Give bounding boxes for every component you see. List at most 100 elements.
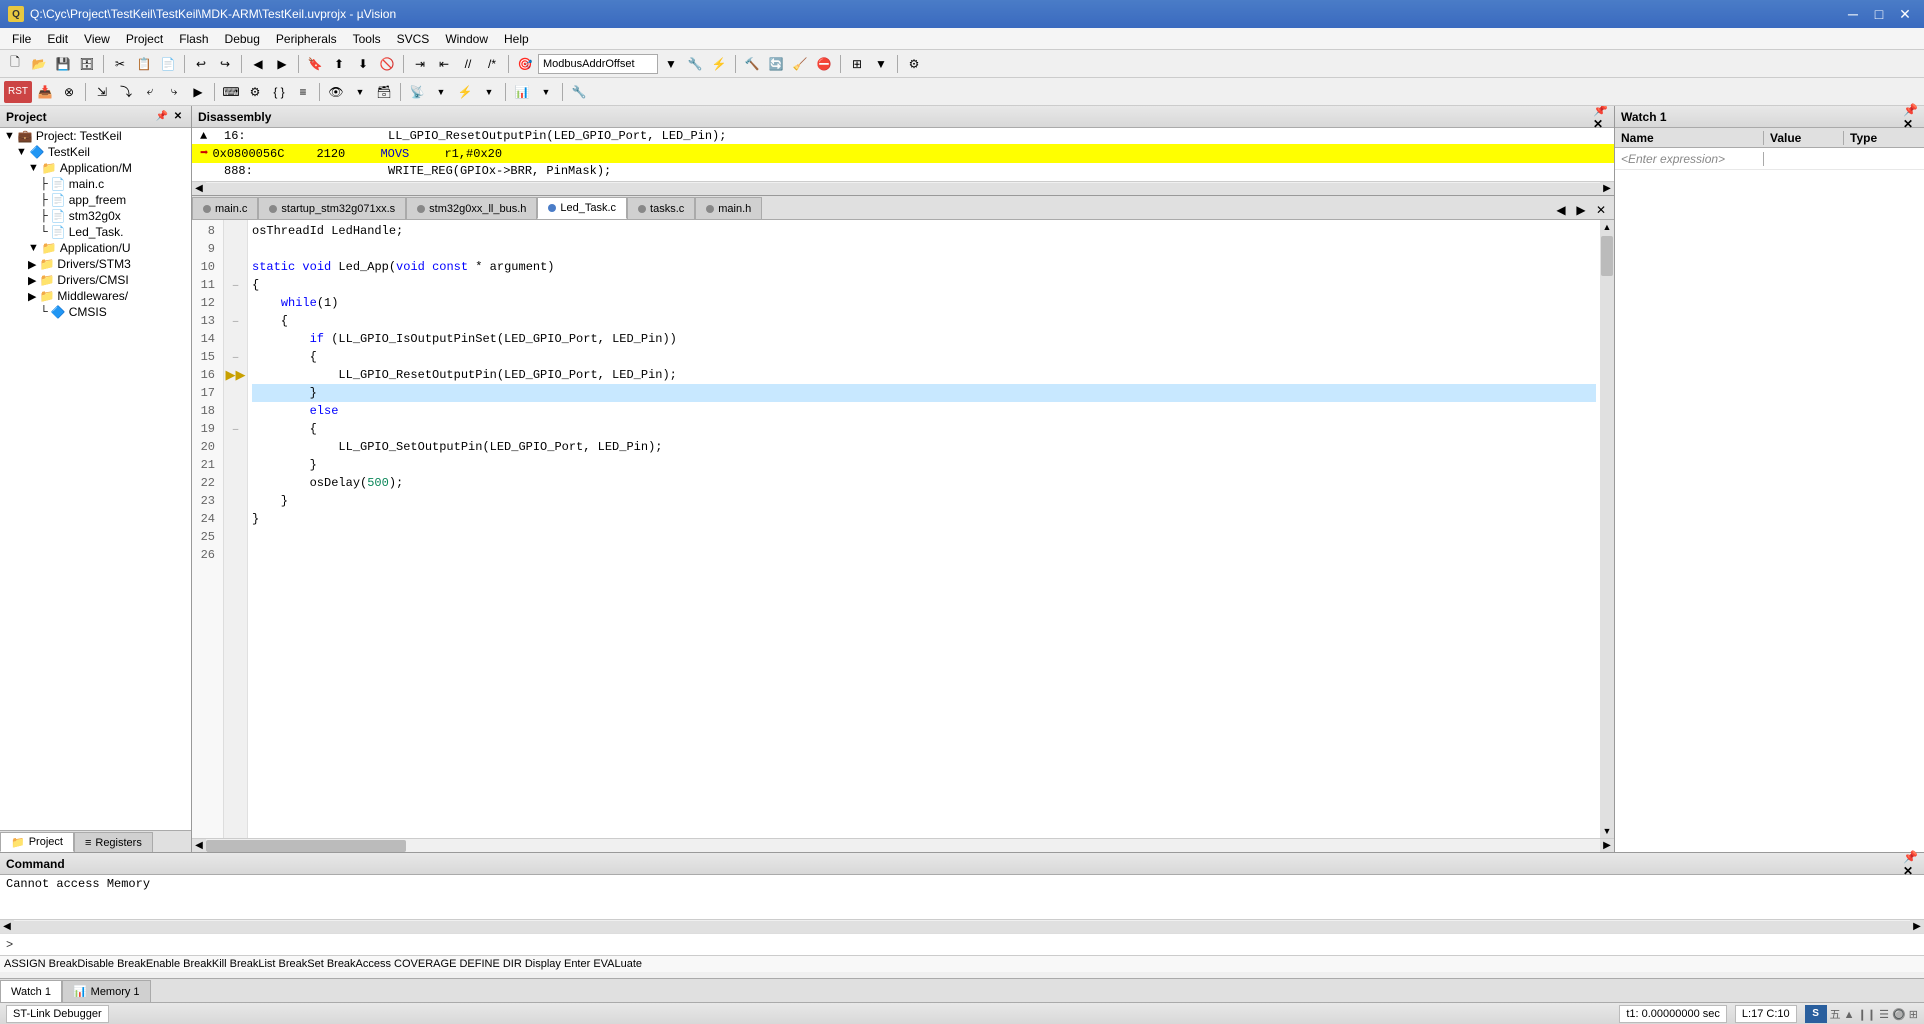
tb-disasm-btn[interactable]: ⚙: [244, 81, 266, 103]
fold-11[interactable]: –: [233, 280, 239, 291]
tb-settings-btn[interactable]: ⚙: [903, 53, 925, 75]
tb-redo-btn[interactable]: ↪: [214, 53, 236, 75]
tb-reg-btn[interactable]: ≡: [292, 81, 314, 103]
disasm-scroll-btn-up[interactable]: ▲: [200, 129, 220, 143]
tab-startup[interactable]: startup_stm32g071xx.s: [258, 197, 406, 219]
menu-debug[interactable]: Debug: [217, 28, 268, 50]
tb-event-dropdown[interactable]: ▼: [478, 81, 500, 103]
tb-rst-btn[interactable]: RST: [4, 81, 32, 103]
fold-15[interactable]: –: [233, 352, 239, 363]
code-content[interactable]: osThreadId LedHandle; static void Led_Ap…: [248, 220, 1600, 838]
menu-help[interactable]: Help: [496, 28, 537, 50]
tb-step-over[interactable]: ⤵: [115, 81, 137, 103]
tb-rebuild-btn[interactable]: 🔄: [765, 53, 787, 75]
menu-peripherals[interactable]: Peripherals: [268, 28, 345, 50]
tb-paste-btn[interactable]: 📄: [157, 53, 179, 75]
fold-13[interactable]: –: [233, 316, 239, 327]
tb-bookmark-add-btn[interactable]: 🔖: [304, 53, 326, 75]
command-input-area[interactable]: >: [0, 933, 1924, 955]
bottom-tab-memory1[interactable]: 📊 Memory 1: [62, 980, 151, 1002]
tb-mem-btn[interactable]: 🗃: [373, 81, 395, 103]
editor-scroll-right-btn[interactable]: ▶: [1600, 839, 1614, 852]
tab-tasks[interactable]: tasks.c: [627, 197, 695, 219]
tree-item-drivers-cmsi[interactable]: ▶ 📁 Drivers/CMSI: [0, 272, 191, 288]
tab-scroll-right-btn[interactable]: ▶: [1572, 201, 1590, 219]
editor-vscroll[interactable]: ▲ ▼: [1600, 220, 1614, 838]
command-pin-btn[interactable]: 📌: [1903, 850, 1918, 864]
tb-viewtype-btn[interactable]: ⊞: [846, 53, 868, 75]
editor-scrollbar[interactable]: ◀ ▶: [192, 838, 1614, 852]
tb-undo-btn[interactable]: ↩: [190, 53, 212, 75]
menu-edit[interactable]: Edit: [39, 28, 76, 50]
project-close-btn[interactable]: ✕: [171, 110, 185, 124]
tb-nav-back-btn[interactable]: ◀: [247, 53, 269, 75]
editor-scroll-down[interactable]: ▼: [1600, 824, 1614, 838]
tb-event-btn[interactable]: ⚡: [454, 81, 476, 103]
tab-main-c[interactable]: main.c: [192, 197, 258, 219]
maximize-button[interactable]: □: [1868, 5, 1890, 23]
tree-item-middlewares[interactable]: ▶ 📁 Middlewares/: [0, 288, 191, 304]
tb-trace-btn[interactable]: 📊: [511, 81, 533, 103]
tb-comment-btn[interactable]: //: [457, 53, 479, 75]
tree-item-testkeil[interactable]: ▼ 🔷 TestKeil: [0, 144, 191, 160]
project-pin-btn[interactable]: 📌: [155, 110, 169, 124]
tree-item-app-u[interactable]: ▼ 📁 Application/U: [0, 240, 191, 256]
tb-cut-btn[interactable]: ✂: [109, 53, 131, 75]
tb-build-btn[interactable]: 🔨: [741, 53, 763, 75]
disasm-scrollbar[interactable]: ◀ ▶: [192, 181, 1614, 195]
menu-project[interactable]: Project: [118, 28, 171, 50]
tb-symbol-btn[interactable]: { }: [268, 81, 290, 103]
tb-bookmark-prev-btn[interactable]: ⬆: [328, 53, 350, 75]
tb-run-to-cursor[interactable]: ⇲: [91, 81, 113, 103]
tree-item-app-m[interactable]: ▼ 📁 Application/M: [0, 160, 191, 176]
menu-flash[interactable]: Flash: [171, 28, 216, 50]
tree-item-root[interactable]: ▼ 💼 Project: TestKeil: [0, 128, 191, 144]
tb-select-btn[interactable]: ⚡: [708, 53, 730, 75]
tb-trace-dropdown[interactable]: ▼: [535, 81, 557, 103]
editor-vscroll-thumb[interactable]: [1601, 236, 1613, 276]
watch-pin-btn[interactable]: 📌: [1903, 103, 1918, 117]
tab-project[interactable]: 📁 Project: [0, 832, 74, 852]
tb-save-btn[interactable]: 💾: [52, 53, 74, 75]
tb-watch-btn[interactable]: 👁: [325, 81, 347, 103]
menu-tools[interactable]: Tools: [345, 28, 389, 50]
tb-uncomment-btn[interactable]: /*: [481, 53, 503, 75]
menu-view[interactable]: View: [76, 28, 118, 50]
tree-item-stm32[interactable]: ├ 📄 stm32g0x: [0, 208, 191, 224]
watch-expression-row[interactable]: <Enter expression>: [1615, 148, 1924, 170]
bottom-tab-watch1[interactable]: Watch 1: [0, 980, 62, 1002]
disasm-scroll-left[interactable]: ◀: [192, 182, 206, 195]
tb-new-btn[interactable]: 🗋: [4, 53, 26, 75]
menu-svcs[interactable]: SVCS: [389, 28, 438, 50]
tb-clean-btn[interactable]: 🧹: [789, 53, 811, 75]
tb-outdent-btn[interactable]: ⇤: [433, 53, 455, 75]
cmd-scroll-right[interactable]: ▶: [1910, 920, 1924, 933]
tree-item-led-task[interactable]: └ 📄 Led_Task.: [0, 224, 191, 240]
tb-load-btn[interactable]: 📥: [34, 81, 56, 103]
tb-dropdown-arrow[interactable]: ▼: [660, 53, 682, 75]
cmd-scroll-left[interactable]: ◀: [0, 920, 14, 933]
tb-step-into[interactable]: ⤶: [139, 81, 161, 103]
tb-stop2-btn[interactable]: ⊗: [58, 81, 80, 103]
tree-item-main-c[interactable]: ├ 📄 main.c: [0, 176, 191, 192]
tab-bus[interactable]: stm32g0xx_ll_bus.h: [406, 197, 537, 219]
tb-watch-dropdown[interactable]: ▼: [349, 81, 371, 103]
editor-scroll-left-btn[interactable]: ◀: [192, 839, 206, 852]
editor-scroll-up[interactable]: ▲: [1600, 220, 1614, 234]
tb-cmd-window-btn[interactable]: ⌨: [220, 81, 242, 103]
tb-indent-btn[interactable]: ⇥: [409, 53, 431, 75]
tab-scroll-left-btn[interactable]: ◀: [1552, 201, 1570, 219]
tab-led-task[interactable]: Led_Task.c: [537, 197, 627, 219]
tb-periph-dropdown[interactable]: ▼: [430, 81, 452, 103]
tb-saveall-btn[interactable]: 🗄: [76, 53, 98, 75]
menu-window[interactable]: Window: [437, 28, 496, 50]
tb-nav-fwd-btn[interactable]: ▶: [271, 53, 293, 75]
tab-registers[interactable]: ≡ Registers: [74, 832, 153, 852]
minimize-button[interactable]: ─: [1842, 5, 1864, 23]
tb-manage-btn[interactable]: 🔧: [684, 53, 706, 75]
tb-open-btn[interactable]: 📂: [28, 53, 50, 75]
command-scrollbar[interactable]: ◀ ▶: [0, 919, 1924, 933]
tb-bookmark-next-btn[interactable]: ⬇: [352, 53, 374, 75]
tab-close-btn[interactable]: ✕: [1592, 201, 1610, 219]
tb-periph-btn[interactable]: 📡: [406, 81, 428, 103]
